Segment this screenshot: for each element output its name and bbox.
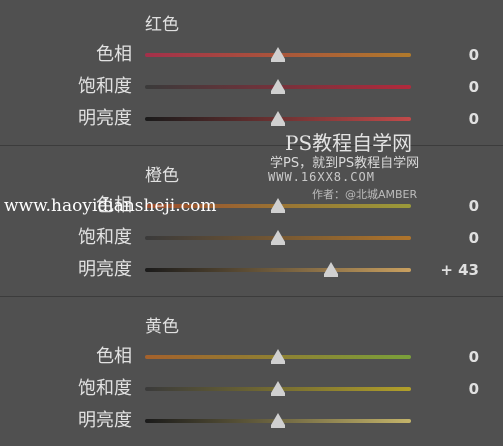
slider-label: 色相 [96, 346, 132, 367]
watermark-site: www.haoyidiansheji.com [4, 196, 217, 216]
slider-value[interactable]: + 43 [440, 258, 479, 282]
slider-label: 明亮度 [78, 259, 132, 280]
section-title: 红色 [145, 15, 179, 35]
slider-row: 饱和度 0 [0, 226, 503, 250]
watermark-slogan: 学PS，就到PS教程自学网 [270, 156, 420, 171]
slider-thumb[interactable] [271, 413, 285, 428]
slider-value[interactable]: 0 [469, 107, 479, 131]
slider-thumb[interactable] [271, 198, 285, 213]
watermark-author: 作者：@北城AMBER [312, 188, 418, 201]
slider-thumb[interactable] [271, 47, 285, 62]
section-divider [0, 145, 503, 146]
slider-value[interactable]: 0 [469, 43, 479, 67]
slider-thumb[interactable] [271, 381, 285, 396]
slider-row: 明亮度 0 [0, 107, 503, 131]
section-0: 红色 色相 0 饱和度 0 明亮度 0 [0, 0, 503, 150]
slider-thumb[interactable] [324, 262, 339, 277]
slider-row: 饱和度 0 [0, 75, 503, 99]
slider-row: 色相 0 [0, 43, 503, 67]
slider-value[interactable]: 0 [469, 75, 479, 99]
slider-value[interactable]: 0 [469, 377, 479, 401]
slider-thumb[interactable] [271, 230, 285, 245]
slider-value[interactable]: 0 [469, 345, 479, 369]
slider-label: 明亮度 [78, 410, 132, 431]
slider-label: 饱和度 [78, 76, 132, 97]
slider-label: 明亮度 [78, 108, 132, 129]
slider-thumb[interactable] [271, 79, 285, 94]
section-1: 橙色 色相 0 饱和度 0 明亮度 + 43 [0, 145, 503, 295]
slider-value[interactable]: 0 [469, 226, 479, 250]
slider-thumb[interactable] [271, 111, 285, 126]
section-title: 黄色 [145, 317, 179, 337]
slider-value[interactable]: 0 [469, 194, 479, 218]
slider-row: 明亮度 [0, 409, 503, 433]
slider-label: 饱和度 [78, 227, 132, 248]
slider-thumb[interactable] [271, 349, 285, 364]
slider-track[interactable] [145, 268, 411, 272]
section-2: 黄色 色相 0 饱和度 0 明亮度 [0, 296, 503, 446]
watermark-url: WWW.16XX8.COM [268, 170, 375, 184]
slider-label: 饱和度 [78, 378, 132, 399]
slider-row: 色相 0 [0, 345, 503, 369]
slider-row: 饱和度 0 [0, 377, 503, 401]
section-divider [0, 296, 503, 297]
slider-row: 明亮度 + 43 [0, 258, 503, 282]
section-title: 橙色 [145, 166, 179, 186]
slider-label: 色相 [96, 44, 132, 65]
